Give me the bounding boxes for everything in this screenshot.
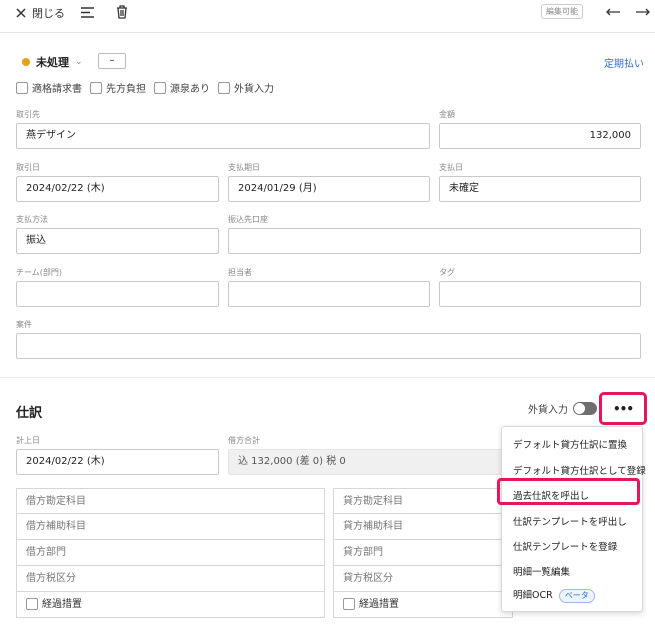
toggle-switch[interactable]: [573, 402, 597, 415]
chevron-down-icon: ⌄: [75, 57, 83, 67]
debit-sub-account-cell[interactable]: 借方補助科目: [16, 514, 325, 540]
arrow-right-icon[interactable]: [636, 8, 650, 16]
more-options-menu: デフォルト貸方仕訳に置換 デフォルト貸方仕訳として登録 過去仕訳を呼出し 仕訳テ…: [501, 426, 646, 612]
credit-account-cell[interactable]: 貸方勘定科目: [333, 488, 513, 514]
checkbox-icon[interactable]: [343, 598, 355, 610]
highlight-outline: [497, 478, 640, 505]
close-button[interactable]: 閉じる: [16, 5, 65, 21]
more-options-button[interactable]: •••: [599, 392, 647, 425]
checkbox-foreign-currency[interactable]: 外貨入力: [218, 80, 274, 95]
pay-method-field[interactable]: 振込: [16, 228, 219, 254]
beta-badge: ベータ: [558, 589, 595, 603]
top-bar: 閉じる 編集可能: [0, 0, 655, 33]
bank-label: 振込先口座: [228, 215, 268, 224]
bank-field[interactable]: [228, 228, 641, 254]
menu-item-ocr[interactable]: 明細OCR ベータ: [513, 587, 595, 603]
project-field[interactable]: [16, 333, 641, 359]
journal-title: 仕訳: [16, 406, 43, 421]
paid-date-label: 支払日: [439, 163, 463, 172]
checkbox-withholding[interactable]: 源泉あり: [154, 80, 210, 95]
debit-total-label: 借方合計: [228, 436, 260, 445]
due-date-label: 支払期日: [228, 163, 260, 172]
menu-item-replace-default-credit[interactable]: デフォルト貸方仕訳に置換: [513, 437, 627, 451]
arrow-left-icon[interactable]: [606, 8, 620, 16]
credit-tax-cell[interactable]: 貸方税区分: [333, 566, 513, 592]
pay-method-label: 支払方法: [16, 215, 48, 224]
menu-item-register-template[interactable]: 仕訳テンプレートを登録: [513, 539, 617, 553]
partner-field[interactable]: 燕デザイン: [16, 123, 430, 149]
partner-label: 取引先: [16, 110, 40, 119]
person-label: 担当者: [228, 268, 252, 277]
tag-field[interactable]: [439, 281, 641, 307]
person-field[interactable]: [228, 281, 430, 307]
date-field[interactable]: 2024/02/22 (木): [16, 176, 219, 202]
tag-label: タグ: [439, 268, 455, 277]
minus-button[interactable]: –: [98, 53, 126, 69]
option-checkboxes: 適格請求書 先方負担 源泉あり 外貨入力: [16, 80, 274, 95]
debit-tax-cell[interactable]: 借方税区分: [16, 566, 325, 592]
debit-transitional-checkbox[interactable]: 経過措置: [16, 592, 325, 618]
close-label: 閉じる: [32, 7, 65, 20]
credit-transitional-checkbox[interactable]: 経過措置: [333, 592, 513, 618]
amount-label: 金額: [439, 110, 455, 119]
menu-item-bulk-edit[interactable]: 明細一覧編集: [513, 564, 570, 578]
paid-date-field[interactable]: 未確定: [439, 176, 641, 202]
menu-item-recall-template[interactable]: 仕訳テンプレートを呼出し: [513, 514, 627, 528]
recurring-payment-link[interactable]: 定期払い: [604, 55, 644, 70]
debit-account-cell[interactable]: 借方勘定科目: [16, 488, 325, 514]
status-dropdown[interactable]: 未処理 ⌄: [22, 54, 83, 70]
credit-sub-account-cell[interactable]: 貸方補助科目: [333, 514, 513, 540]
editable-badge: 編集可能: [541, 4, 583, 19]
checkbox-icon[interactable]: [26, 598, 38, 610]
team-field[interactable]: [16, 281, 219, 307]
foreign-toggle-label: 外貨入力: [528, 405, 568, 416]
debit-total-field: 込 132,000 (差 0) 税 0: [228, 449, 508, 475]
checkbox-qualified-invoice[interactable]: 適格請求書: [16, 80, 82, 95]
posting-date-label: 計上日: [16, 436, 40, 445]
close-icon: [16, 8, 26, 18]
section-divider: [0, 377, 655, 378]
trash-icon[interactable]: [116, 5, 128, 19]
checkbox-recipient-pays[interactable]: 先方負担: [90, 80, 146, 95]
menu-item-register-default-credit[interactable]: デフォルト貸方仕訳として登録: [513, 463, 646, 477]
team-label: チーム(部門): [16, 268, 63, 277]
status-label: 未処理: [36, 56, 69, 69]
project-label: 案件: [16, 320, 32, 329]
date-label: 取引日: [16, 163, 40, 172]
due-date-field[interactable]: 2024/01/29 (月): [228, 176, 430, 202]
status-dot: [22, 58, 30, 66]
debit-department-cell[interactable]: 借方部門: [16, 540, 325, 566]
credit-department-cell[interactable]: 貸方部門: [333, 540, 513, 566]
amount-field[interactable]: 132,000: [439, 123, 641, 149]
foreign-currency-toggle[interactable]: 外貨入力: [528, 401, 597, 416]
list-icon[interactable]: [81, 7, 94, 18]
posting-date-field[interactable]: 2024/02/22 (木): [16, 449, 219, 475]
